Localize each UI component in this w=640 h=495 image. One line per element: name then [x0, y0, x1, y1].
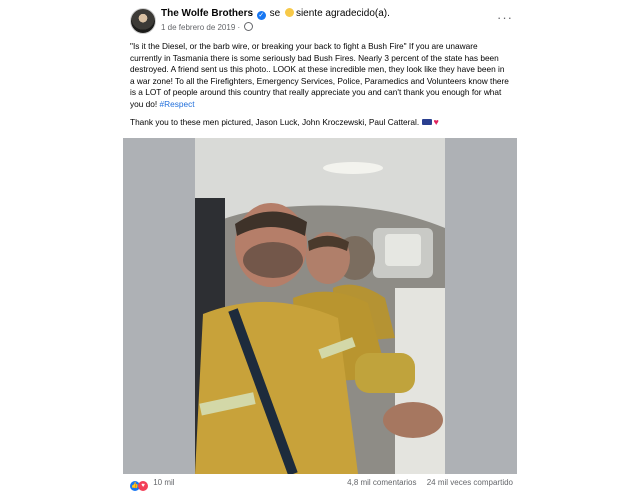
post-header: The Wolfe Brothers ✓ se siente agradecid…: [130, 8, 513, 36]
author-line: The Wolfe Brothers ✓ se siente agradecid…: [161, 8, 390, 20]
date-separator: ·: [237, 23, 241, 32]
hashtag-link[interactable]: #Respect: [160, 99, 195, 109]
australian-flag-icon: [422, 119, 433, 125]
post-photo[interactable]: [123, 138, 517, 474]
post-footer: 👍 ♥ 10 mil 4,8 mil comentarios 24 mil vec…: [130, 478, 513, 492]
post-paragraph-2: Thank you to these men pictured, Jason L…: [130, 117, 510, 129]
reaction-count: 10 mil: [153, 478, 175, 487]
feeling-prefix: se: [269, 8, 281, 19]
grateful-emoji-icon: [284, 8, 294, 17]
globe-icon: [244, 22, 254, 31]
comments-count[interactable]: 4,8 mil comentarios: [347, 478, 416, 487]
shares-count[interactable]: 24 mil veces compartido: [427, 478, 513, 487]
post-paragraph-1: "Is it the Diesel, or the barb wire, or …: [130, 41, 510, 110]
verified-badge-icon: ✓: [256, 11, 266, 20]
more-options-button[interactable]: ···: [497, 10, 513, 25]
author-name[interactable]: The Wolfe Brothers: [161, 8, 253, 19]
facebook-post-card: The Wolfe Brothers ✓ se siente agradecid…: [117, 0, 523, 495]
love-reaction-icon: ♥: [138, 481, 148, 491]
paragraph-2-text: Thank you to these men pictured, Jason L…: [130, 117, 420, 127]
feeling-text: siente agradecido(a).: [295, 8, 390, 19]
post-date[interactable]: 1 de febrero de 2019: [161, 23, 235, 32]
engagement-stats: 4,8 mil comentarios 24 mil veces compart…: [339, 478, 513, 487]
heart-icon: ♥: [433, 117, 439, 127]
firefighters-photo-illustration: [123, 138, 517, 474]
post-meta: 1 de febrero de 2019 ·: [161, 22, 254, 32]
reactions-summary[interactable]: 👍 ♥ 10 mil: [130, 478, 175, 491]
author-avatar[interactable]: [130, 8, 156, 34]
